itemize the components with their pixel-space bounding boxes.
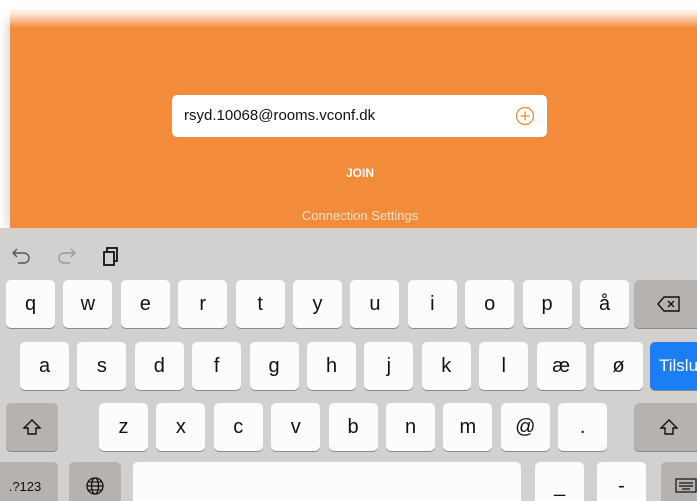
shift-icon bbox=[659, 419, 679, 435]
key-s[interactable]: s bbox=[77, 342, 127, 390]
address-input[interactable]: rsyd.10068@rooms.vconf.dk bbox=[172, 95, 547, 137]
key-m[interactable]: m bbox=[443, 403, 493, 451]
key-å[interactable]: å bbox=[580, 280, 629, 328]
key-n[interactable]: n bbox=[386, 403, 435, 451]
onscreen-keyboard: qwertyuiopå asdfghjklæøTilslut zxcvbnm@..?… bbox=[0, 228, 697, 501]
return-key[interactable]: Tilslut bbox=[650, 342, 697, 390]
address-input-value[interactable]: rsyd.10068@rooms.vconf.dk bbox=[184, 95, 375, 137]
key-k[interactable]: k bbox=[421, 342, 471, 390]
key-x[interactable]: x bbox=[156, 403, 206, 451]
key-a[interactable]: a bbox=[20, 342, 69, 390]
backspace-icon bbox=[657, 296, 680, 312]
keyboard-icon bbox=[675, 478, 697, 493]
key-u[interactable]: u bbox=[350, 280, 400, 328]
key-d[interactable]: d bbox=[134, 342, 184, 390]
key-p[interactable]: p bbox=[522, 280, 572, 328]
key-i[interactable]: i bbox=[407, 280, 457, 328]
paste-icon[interactable] bbox=[98, 246, 120, 266]
key-period[interactable]: . bbox=[558, 403, 608, 451]
redo-icon[interactable] bbox=[56, 246, 78, 266]
key-z[interactable]: z bbox=[99, 403, 148, 451]
hide-keyboard-key[interactable] bbox=[661, 462, 697, 501]
shift-left-key[interactable] bbox=[6, 403, 58, 451]
space-key[interactable] bbox=[133, 462, 521, 501]
key-f[interactable]: f bbox=[192, 342, 242, 390]
key-ø[interactable]: ø bbox=[594, 342, 643, 390]
plus-circle-icon[interactable] bbox=[515, 106, 535, 126]
app-frame: rsyd.10068@rooms.vconf.dk JOIN Connectio… bbox=[0, 0, 697, 501]
key-o[interactable]: o bbox=[465, 280, 515, 328]
join-button[interactable]: JOIN bbox=[300, 162, 420, 184]
key-at[interactable]: @ bbox=[500, 403, 550, 451]
key-r[interactable]: r bbox=[178, 280, 228, 328]
dash-key[interactable]: - bbox=[597, 462, 646, 501]
key-g[interactable]: g bbox=[249, 342, 299, 390]
undo-icon[interactable] bbox=[10, 246, 32, 266]
key-q[interactable]: q bbox=[6, 280, 55, 328]
shift-right-key[interactable] bbox=[634, 403, 697, 451]
underscore-key[interactable]: _ bbox=[535, 462, 584, 501]
key-v[interactable]: v bbox=[271, 403, 321, 451]
shift-icon bbox=[22, 419, 42, 435]
key-t[interactable]: t bbox=[235, 280, 285, 328]
backspace-key[interactable] bbox=[634, 280, 697, 328]
key-w[interactable]: w bbox=[63, 280, 113, 328]
key-y[interactable]: y bbox=[293, 280, 342, 328]
key-l[interactable]: l bbox=[479, 342, 529, 390]
numbers-key[interactable]: .?123 bbox=[0, 462, 58, 501]
globe-key[interactable] bbox=[69, 462, 121, 501]
key-æ[interactable]: æ bbox=[536, 342, 586, 390]
key-c[interactable]: c bbox=[213, 403, 263, 451]
key-e[interactable]: e bbox=[120, 280, 170, 328]
globe-icon bbox=[86, 477, 104, 495]
key-j[interactable]: j bbox=[364, 342, 414, 390]
connection-settings-link[interactable]: Connection Settings bbox=[260, 206, 460, 226]
key-h[interactable]: h bbox=[307, 342, 356, 390]
key-b[interactable]: b bbox=[328, 403, 378, 451]
